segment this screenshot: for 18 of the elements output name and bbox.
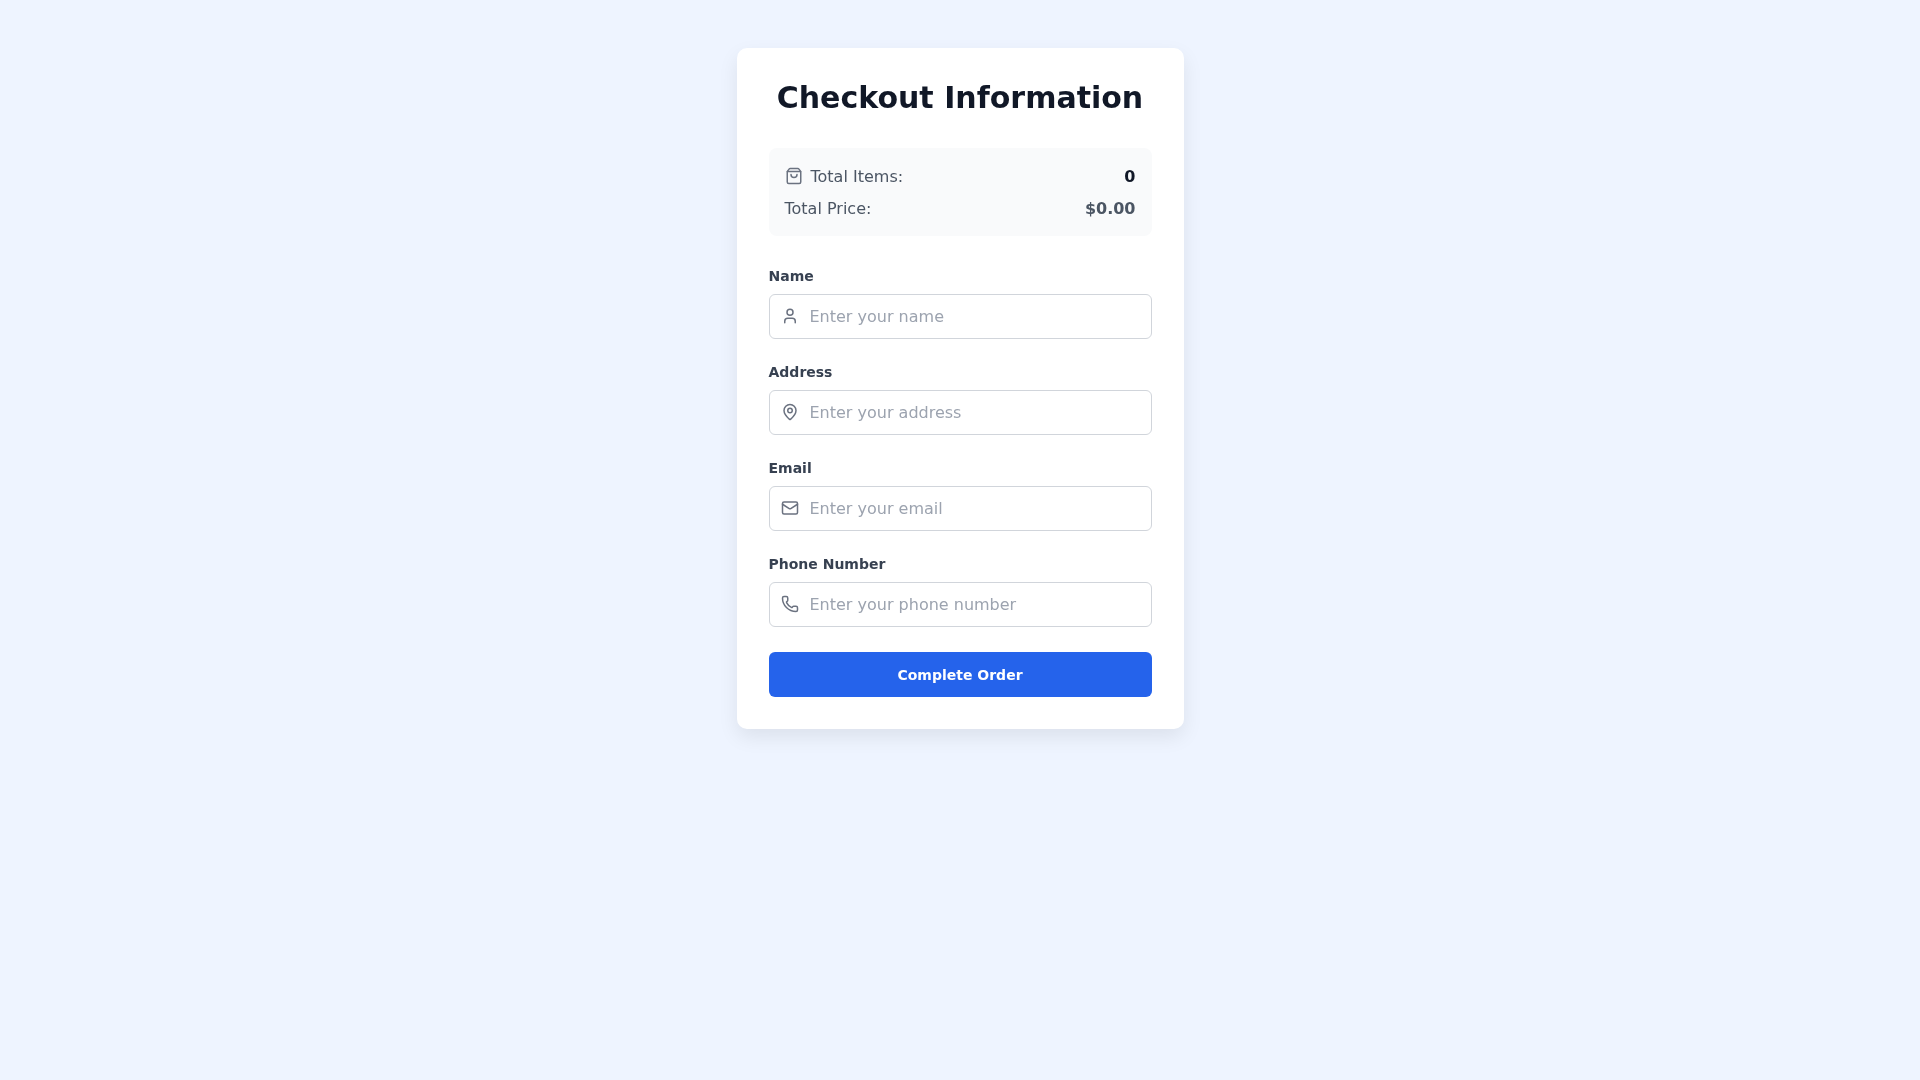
- mail-icon: [780, 499, 799, 517]
- field-label: Email: [768, 460, 813, 476]
- summary-value: $0.00: [1084, 198, 1136, 218]
- input-field[interactable]: Enter your email: [768, 486, 1152, 531]
- field-label: Name: [768, 268, 815, 284]
- summary-value: 0: [1124, 166, 1136, 186]
- input-field[interactable]: Enter your name: [768, 294, 1152, 339]
- field-label: Address: [768, 364, 834, 380]
- shopping-bag-icon: [784, 167, 803, 185]
- summary-label: Total Price:: [784, 198, 872, 218]
- input-field[interactable]: Enter your phone number: [768, 582, 1152, 627]
- field-label: Phone Number: [768, 556, 887, 572]
- complete-order-button[interactable]: Complete Order: [768, 652, 1152, 697]
- input-field[interactable]: Enter your address: [768, 390, 1152, 435]
- summary-label: Total Items:: [810, 166, 904, 186]
- phone-icon: [780, 595, 799, 613]
- page-title: Checkout Information: [775, 80, 1145, 116]
- map-pin-icon: [780, 403, 799, 421]
